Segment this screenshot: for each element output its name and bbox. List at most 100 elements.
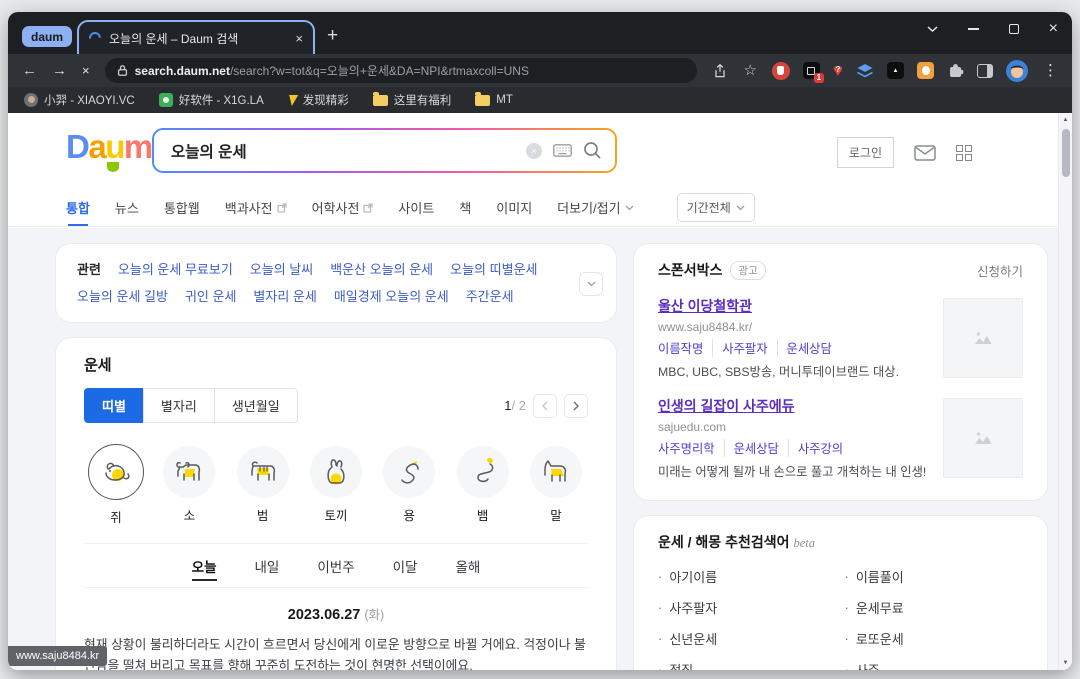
fox-extension-icon[interactable]	[917, 62, 934, 79]
ad-title-link[interactable]: 인생의 길잡이 사주에듀	[658, 396, 928, 416]
page-scrollbar[interactable]: ▲ ▼	[1058, 113, 1072, 670]
window-chevron-icon[interactable]	[927, 26, 938, 32]
browser-menu-icon[interactable]: ⋮	[1043, 63, 1058, 78]
ad-thumbnail[interactable]	[943, 298, 1023, 378]
keyword-link[interactable]: ·이름풀이	[845, 561, 1024, 592]
ad-sublink[interactable]: 사주팔자	[712, 339, 767, 357]
zodiac-tiger[interactable]: 범	[231, 444, 295, 526]
next-page-button[interactable]	[564, 394, 588, 418]
period-week[interactable]: 이번주	[317, 556, 354, 576]
prev-page-button[interactable]	[533, 394, 557, 418]
bookmark-label: MT	[496, 94, 513, 106]
stop-loading-button[interactable]: ×	[82, 64, 90, 77]
bookmark-label: 小羿 - XIAOYI.VC	[44, 92, 135, 108]
keyword-link[interactable]: ·운세무료	[845, 592, 1024, 623]
keyword-link[interactable]: ·신년운세	[658, 623, 837, 654]
bookmark-folder[interactable]: 这里有福利	[373, 92, 452, 108]
ad-title-link[interactable]: 울산 이당철학관	[658, 296, 928, 316]
zodiac-rat[interactable]: 쥐	[84, 444, 148, 526]
keyword-link[interactable]: ·사주	[845, 654, 1024, 670]
ad-sublink[interactable]: 운세상담	[724, 439, 779, 457]
back-button[interactable]: ←	[22, 63, 37, 78]
tab-close-icon[interactable]: ×	[295, 32, 303, 45]
sponsor-apply-link[interactable]: 신청하기	[977, 261, 1023, 280]
search-icon[interactable]	[583, 141, 602, 160]
related-link[interactable]: 별자리 운세	[253, 289, 316, 304]
related-link[interactable]: 주간운세	[466, 289, 514, 304]
tab-group-label[interactable]: daum	[22, 26, 72, 47]
tab-images[interactable]: 이미지	[496, 189, 532, 226]
forward-button[interactable]: →	[52, 63, 67, 78]
period-filter-button[interactable]: 기간전체	[677, 193, 755, 222]
ad-sublink[interactable]: 이름작명	[658, 339, 703, 357]
tab-encyclopedia[interactable]: 백과사전	[225, 189, 287, 226]
adblock-extension-icon[interactable]	[772, 62, 790, 80]
scroll-down-arrow[interactable]: ▼	[1059, 660, 1072, 666]
related-expand-button[interactable]	[579, 272, 603, 296]
tab-more[interactable]: 더보기/접기	[557, 189, 633, 226]
bookmark-item[interactable]: 发现精彩	[288, 92, 349, 108]
tab-news[interactable]: 뉴스	[115, 189, 139, 226]
screenshot-extension-icon[interactable]: 1	[803, 62, 820, 79]
profile-avatar[interactable]	[1006, 60, 1028, 82]
keyword-link[interactable]: ·사주팔자	[658, 592, 837, 623]
keyword-link[interactable]: ·아기이름	[658, 561, 837, 592]
zodiac-rabbit[interactable]: 토끼	[304, 444, 368, 526]
related-link[interactable]: 백운산 오늘의 운세	[330, 262, 433, 277]
search-input[interactable]	[171, 142, 515, 160]
ad-thumbnail[interactable]	[943, 398, 1023, 478]
tab-constellation[interactable]: 별자리	[143, 388, 215, 423]
close-window-button[interactable]: ×	[1049, 21, 1058, 37]
related-link[interactable]: 오늘의 띠별운세	[450, 262, 537, 277]
side-panel-icon[interactable]	[977, 64, 993, 78]
clear-search-icon[interactable]: ×	[526, 143, 542, 159]
login-button[interactable]: 로그인	[837, 137, 894, 168]
period-year[interactable]: 올해	[455, 556, 480, 576]
scroll-up-arrow[interactable]: ▲	[1059, 117, 1072, 123]
minimize-button[interactable]	[968, 28, 979, 30]
related-link[interactable]: 오늘의 운세 무료보기	[118, 262, 233, 277]
address-bar[interactable]: search.daum.net/search?w=tot&q=오늘의+운세&DA…	[105, 58, 698, 83]
daum-logo[interactable]: Daum	[66, 130, 152, 163]
scrollbar-thumb[interactable]	[1062, 129, 1070, 177]
maximize-button[interactable]	[1009, 24, 1019, 34]
keyword-link[interactable]: ·점집	[658, 654, 837, 670]
layers-extension-icon[interactable]	[856, 63, 874, 79]
keyboard-icon[interactable]	[553, 144, 572, 157]
period-today[interactable]: 오늘	[192, 556, 217, 581]
related-link[interactable]: 오늘의 운세 길방	[77, 289, 168, 304]
apps-grid-icon[interactable]	[956, 145, 972, 161]
media-extension-icon[interactable]: ▲	[887, 62, 904, 79]
related-link[interactable]: 매일경제 오늘의 운세	[334, 289, 449, 304]
ad-sublink[interactable]: 운세상담	[777, 339, 832, 357]
url-host: search.daum.net	[135, 64, 230, 78]
related-link[interactable]: 귀인 운세	[185, 289, 236, 304]
zodiac-snake[interactable]: 뱀	[451, 444, 515, 526]
bookmark-folder[interactable]: MT	[475, 94, 513, 106]
tab-sites[interactable]: 사이트	[398, 189, 434, 226]
period-tomorrow[interactable]: 내일	[255, 556, 280, 576]
mail-icon[interactable]	[914, 145, 936, 161]
new-tab-button[interactable]: +	[327, 26, 338, 45]
tab-dictionary[interactable]: 어학사전	[312, 189, 374, 226]
ad-sublink[interactable]: 사주강의	[788, 439, 843, 457]
tab-birthdate[interactable]: 생년월일	[214, 388, 298, 423]
share-icon[interactable]	[712, 63, 728, 79]
zodiac-dragon[interactable]: 용	[377, 444, 441, 526]
active-tab[interactable]: 오늘의 운세 – Daum 검색 ×	[77, 20, 315, 54]
period-month[interactable]: 이달	[393, 556, 418, 576]
tab-integrated[interactable]: 통합	[66, 189, 90, 226]
zodiac-ox[interactable]: 소	[157, 444, 221, 526]
bookmark-item[interactable]: 好软件 - X1G.LA	[159, 92, 264, 108]
keyword-link[interactable]: ·로또운세	[845, 623, 1024, 654]
ad-sublink[interactable]: 사주명리학	[658, 439, 715, 457]
tab-web[interactable]: 통합웹	[164, 189, 200, 226]
bookmark-item[interactable]: 小羿 - XIAOYI.VC	[24, 92, 135, 108]
tab-books[interactable]: 책	[459, 189, 471, 226]
related-link[interactable]: 오늘의 날씨	[250, 262, 313, 277]
health-extension-icon[interactable]: ♥?	[833, 62, 843, 79]
tab-zodiac-animal[interactable]: 띠별	[84, 388, 144, 423]
bookmark-star-icon[interactable]: ☆	[743, 63, 756, 78]
zodiac-horse[interactable]: 말	[524, 444, 588, 526]
puzzle-extensions-icon[interactable]	[947, 62, 964, 79]
